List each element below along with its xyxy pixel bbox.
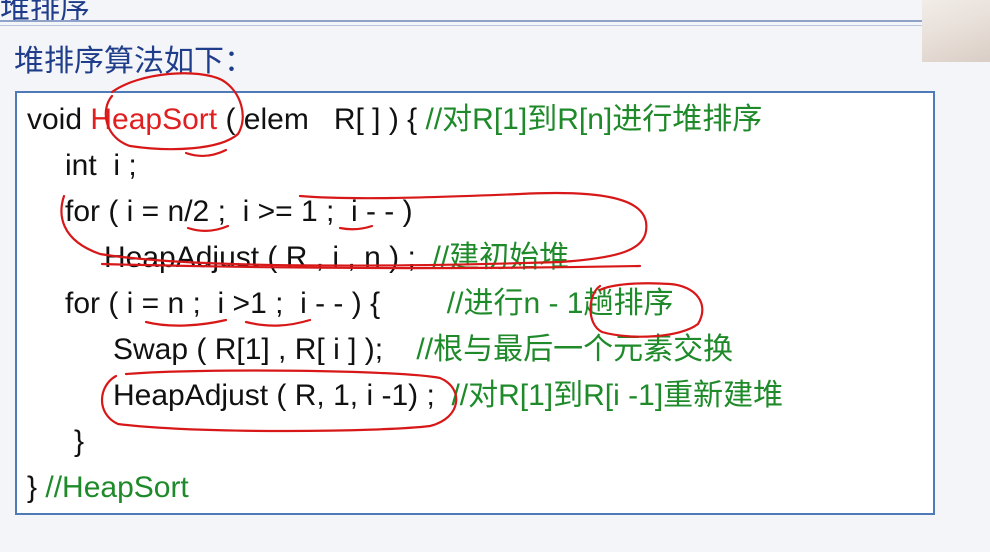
code-comment: //进行n - 1趟排序 [446, 287, 674, 320]
presenter-camera-thumbnail [922, 0, 990, 62]
code-line-8: } [74, 425, 84, 459]
code-line-9: } //HeapSort [27, 471, 189, 505]
code-text: for ( i = n/2 ; i >= 1 ; i - - ) [65, 195, 413, 228]
slide-title: 堆排序 [0, 0, 90, 26]
title-divider-thin [0, 25, 922, 26]
code-text: } [27, 471, 46, 504]
code-comment: //对R[1]到R[i -1]重新建堆 [451, 379, 784, 412]
title-divider [0, 20, 922, 22]
code-comment: //HeapSort [45, 471, 189, 504]
code-comment: //建初始堆 [432, 241, 570, 274]
code-line-5: for ( i = n ; i >1 ; i - - ) { //进行n - 1… [65, 287, 673, 321]
code-line-1: void HeapSort ( elem R[ ] ) { //对R[1]到R[… [27, 103, 762, 137]
code-comment: //对R[1]到R[n]进行堆排序 [425, 103, 763, 136]
function-name-heapsort: HeapSort [90, 103, 218, 136]
code-text: } [74, 425, 85, 458]
code-line-2: int i ; [65, 149, 137, 183]
code-signature: ( elem R[ ] ) { [217, 103, 426, 136]
code-keyword: void [27, 103, 91, 136]
code-line-4: HeapAdjust ( R , i , n ) ; //建初始堆 [104, 241, 569, 275]
code-line-3: for ( i = n/2 ; i >= 1 ; i - - ) [65, 195, 413, 229]
code-block: void HeapSort ( elem R[ ] ) { //对R[1]到R[… [15, 91, 935, 515]
code-text: Swap ( R[1] , R[ i ] ); [113, 333, 417, 366]
section-subtitle: 堆排序算法如下： [14, 45, 254, 78]
code-text: for ( i = n ; i >1 ; i - - ) { [65, 287, 447, 320]
code-text: HeapAdjust ( R , i , n ) ; [104, 241, 433, 274]
code-comment: //根与最后一个元素交换 [416, 333, 734, 366]
code-text: int i ; [65, 149, 137, 182]
code-text: HeapAdjust ( R, 1, i -1) ; [113, 379, 452, 412]
code-line-6: Swap ( R[1] , R[ i ] ); //根与最后一个元素交换 [113, 333, 733, 367]
code-line-7: HeapAdjust ( R, 1, i -1) ; //对R[1]到R[i -… [113, 379, 783, 413]
